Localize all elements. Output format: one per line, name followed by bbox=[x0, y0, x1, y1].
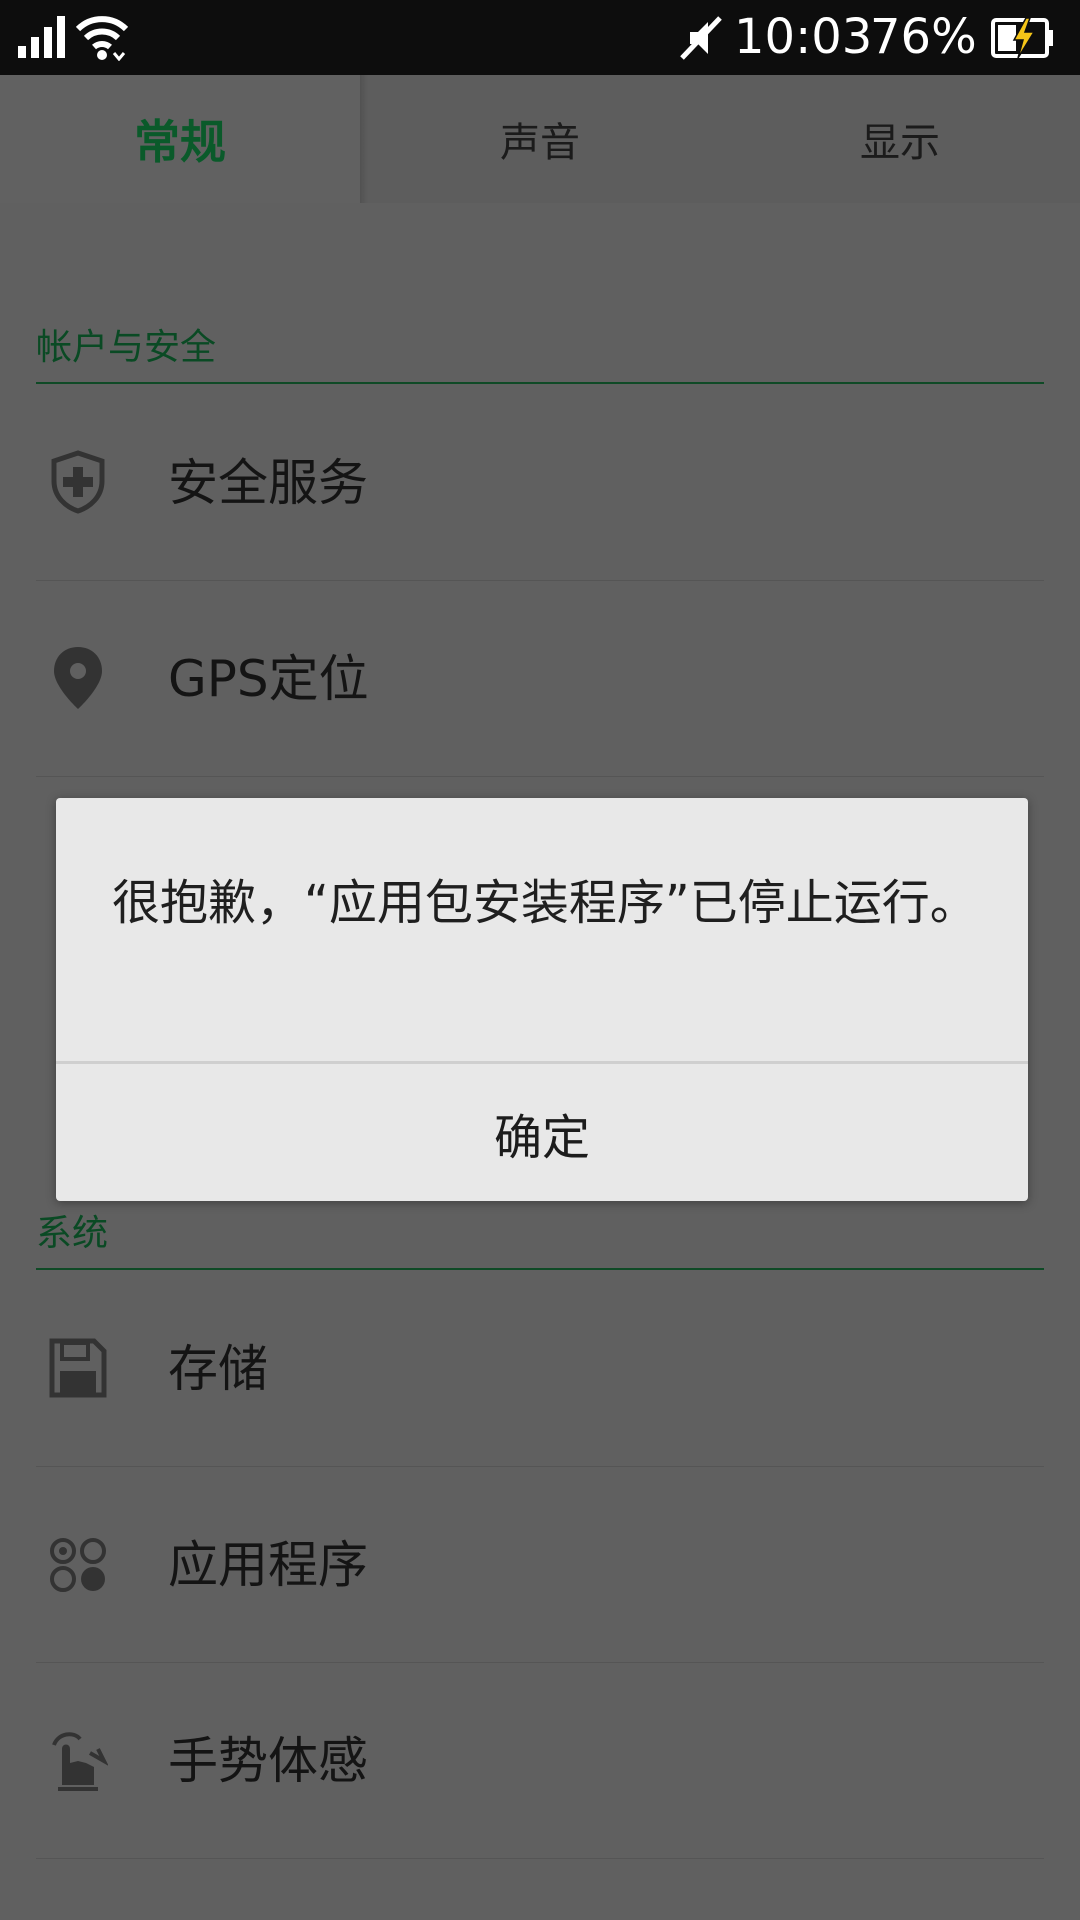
gesture-hand-icon bbox=[52, 1732, 108, 1791]
floppy-disk-icon bbox=[49, 1338, 107, 1398]
section-header-system: 系统 bbox=[36, 1204, 1044, 1270]
battery-charging-icon bbox=[991, 17, 1053, 59]
status-bar: 10:03 76% bbox=[0, 0, 1080, 75]
section-title-account: 帐户与安全 bbox=[36, 327, 217, 368]
setting-item-gesture[interactable]: 手势体感 bbox=[36, 1662, 1044, 1859]
ok-button[interactable]: 确定 bbox=[56, 1064, 1028, 1201]
tab-sound[interactable]: 声音 bbox=[360, 75, 720, 203]
status-time: 10:03 bbox=[734, 9, 873, 65]
setting-label: 应用程序 bbox=[168, 1536, 368, 1594]
shield-plus-icon bbox=[51, 450, 105, 514]
tab-bar: 常规 声音 显示 bbox=[0, 75, 1080, 203]
signal-icon bbox=[18, 16, 65, 58]
setting-label: GPS定位 bbox=[168, 650, 369, 708]
mute-icon bbox=[680, 16, 722, 60]
setting-item-storage[interactable]: 存储 bbox=[36, 1270, 1044, 1467]
error-dialog: 很抱歉，“应用包安装程序”已停止运行。 确定 bbox=[56, 798, 1028, 1201]
setting-label: 存储 bbox=[168, 1340, 268, 1398]
apps-circles-icon bbox=[50, 1538, 106, 1592]
location-pin-icon bbox=[54, 647, 102, 709]
setting-item-apps[interactable]: 应用程序 bbox=[36, 1466, 1044, 1663]
setting-item-gps[interactable]: GPS定位 bbox=[36, 580, 1044, 777]
battery-percent: 76% bbox=[870, 9, 977, 65]
setting-item-security-service[interactable]: 安全服务 bbox=[36, 384, 1044, 581]
wifi-icon bbox=[76, 16, 128, 61]
tab-general[interactable]: 常规 bbox=[0, 75, 368, 203]
setting-label: 安全服务 bbox=[168, 454, 368, 512]
dialog-message: 很抱歉，“应用包安装程序”已停止运行。 bbox=[112, 875, 978, 931]
section-header-account: 帐户与安全 bbox=[36, 318, 1044, 384]
setting-label: 手势体感 bbox=[168, 1732, 368, 1790]
section-title-system: 系统 bbox=[36, 1213, 109, 1254]
tab-display[interactable]: 显示 bbox=[720, 75, 1080, 203]
